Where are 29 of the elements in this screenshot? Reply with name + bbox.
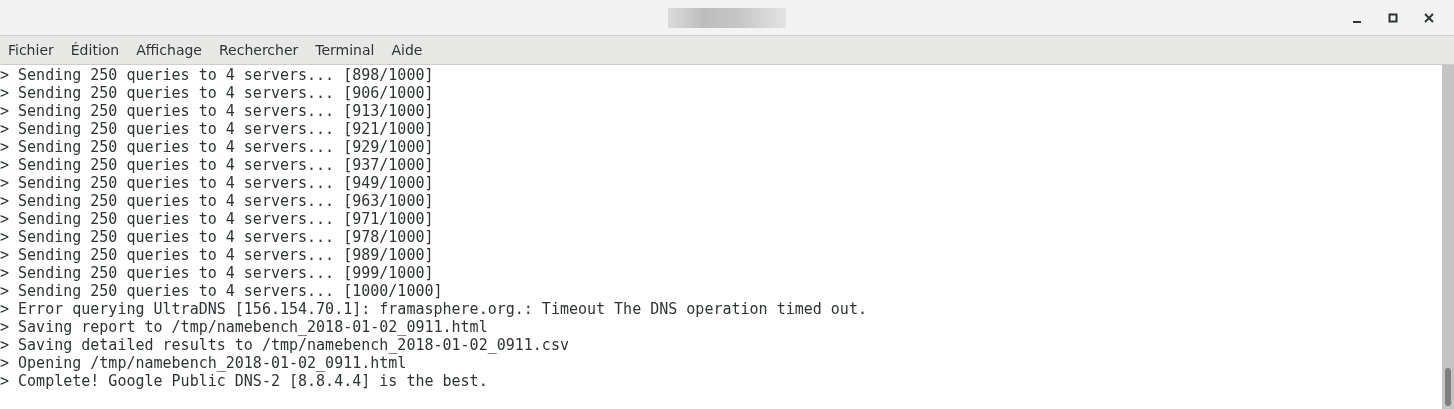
minimize-icon — [1353, 20, 1361, 23]
terminal-line: > Sending 250 queries to 4 servers... [921/1000] — [0, 120, 434, 138]
menu-item[interactable]: Fichier — [8, 42, 54, 58]
terminal-line: > Saving detailed results to /tmp/namebench_2018-01-02_0911.csv — [0, 336, 569, 354]
terminal-line: > Sending 250 queries to 4 servers... [949/1000] — [0, 174, 434, 192]
terminal-line: > Sending 250 queries to 4 servers... [999/1000] — [0, 264, 434, 282]
terminal-line: > Sending 250 queries to 4 servers... [1000/1000] — [0, 282, 443, 300]
close-icon — [1424, 12, 1434, 23]
terminal-line: > Saving report to /tmp/namebench_2018-01-02_0911.html — [0, 318, 488, 336]
terminal-line: > Sending 250 queries to 4 servers... [898/1000] — [0, 66, 434, 84]
terminal-line: > Opening /tmp/namebench_2018-01-02_0911.html — [0, 354, 407, 372]
terminal-line: > Sending 250 queries to 4 servers... [989/1000] — [0, 246, 434, 264]
terminal-line: > Sending 250 queries to 4 servers... [929/1000] — [0, 138, 434, 156]
terminal-line: > Error querying UltraDNS [156.154.70.1]: framasphere.org.: Timeout The DNS operation timed out. — [0, 300, 867, 318]
menu-item[interactable]: Rechercher — [219, 42, 299, 58]
menu-item[interactable]: Terminal — [315, 42, 375, 58]
menu-item[interactable]: Aide — [391, 42, 423, 58]
menu-item[interactable]: Affichage — [136, 42, 202, 58]
terminal-line: > Sending 250 queries to 4 servers... [913/1000] — [0, 102, 434, 120]
terminal-line: > Sending 250 queries to 4 servers... [963/1000] — [0, 192, 434, 210]
terminal-line: > Sending 250 queries to 4 servers... [978/1000] — [0, 228, 434, 246]
terminal-line: > Sending 250 queries to 4 servers... [971/1000] — [0, 210, 434, 228]
maximize-icon — [1388, 12, 1398, 23]
terminal-line: > Sending 250 queries to 4 servers... [937/1000] — [0, 156, 434, 174]
scrollbar-thumb[interactable] — [1445, 368, 1451, 406]
terminal-line: > Sending 250 queries to 4 servers... [906/1000] — [0, 84, 434, 102]
terminal-line: > Complete! Google Public DNS-2 [8.8.4.4] is the best. — [0, 372, 488, 390]
menu-item[interactable]: Édition — [70, 42, 120, 58]
scrollbar-track[interactable] — [1442, 65, 1454, 409]
